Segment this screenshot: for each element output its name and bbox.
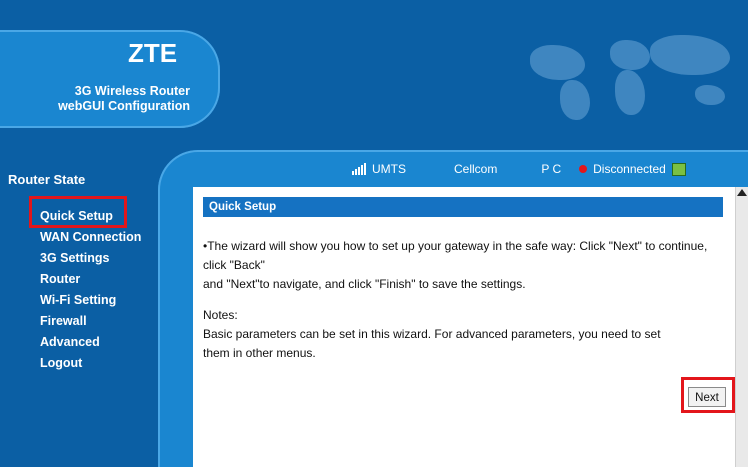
product-subtitle: 3G Wireless Router webGUI Configuration bbox=[40, 84, 190, 114]
notes-line-1: Basic parameters can be set in this wiza… bbox=[203, 327, 661, 341]
sidebar-item-firewall[interactable]: Firewall bbox=[40, 311, 141, 332]
world-map-graphic bbox=[520, 20, 740, 130]
connection-status-icon bbox=[579, 165, 588, 173]
notes-text: Notes: Basic parameters can be set in th… bbox=[203, 306, 723, 363]
router-state-heading[interactable]: Router State bbox=[8, 172, 85, 187]
sidebar-item-wan-connection[interactable]: WAN Connection bbox=[40, 227, 141, 248]
network-type: UMTS bbox=[372, 162, 406, 176]
notes-label: Notes: bbox=[203, 308, 238, 322]
content-panel: Quick Setup •The wizard will show you ho… bbox=[193, 187, 735, 467]
connect-toggle-icon[interactable] bbox=[671, 162, 686, 176]
mode-indicator: P C bbox=[541, 162, 562, 176]
sidebar-nav: Quick Setup WAN Connection 3G Settings R… bbox=[40, 206, 141, 374]
sidebar-item-logout[interactable]: Logout bbox=[40, 353, 141, 374]
quick-setup-highlight-box bbox=[29, 196, 127, 228]
content-scrollbar[interactable] bbox=[735, 187, 748, 467]
panel-title: Quick Setup bbox=[203, 197, 723, 217]
intro-line-1: •The wizard will show you how to set up … bbox=[203, 239, 708, 272]
signal-strength-icon bbox=[352, 163, 366, 175]
sidebar-item-router[interactable]: Router bbox=[40, 269, 141, 290]
operator-name: Cellcom bbox=[454, 162, 498, 176]
connection-status: Disconnected bbox=[593, 162, 666, 176]
scroll-up-arrow-icon[interactable] bbox=[737, 189, 747, 196]
next-highlight-box bbox=[681, 377, 735, 413]
sidebar-item-3g-settings[interactable]: 3G Settings bbox=[40, 248, 141, 269]
subtitle-line-2: webGUI Configuration bbox=[58, 99, 190, 113]
sidebar-item-advanced[interactable]: Advanced bbox=[40, 332, 141, 353]
subtitle-line-1: 3G Wireless Router bbox=[74, 84, 190, 98]
intro-line-2: and "Next"to navigate, and click "Finish… bbox=[203, 277, 526, 291]
brand-logo: ZTE bbox=[128, 38, 178, 68]
sidebar-item-wifi-setting[interactable]: Wi-Fi Setting bbox=[40, 290, 141, 311]
wizard-intro-text: •The wizard will show you how to set up … bbox=[203, 237, 723, 294]
router-webgui: ZTE 3G Wireless Router webGUI Configurat… bbox=[0, 0, 748, 467]
notes-line-2: them in other menus. bbox=[203, 346, 316, 360]
status-bar: UMTS Cellcom P C Disconnected bbox=[352, 160, 686, 178]
